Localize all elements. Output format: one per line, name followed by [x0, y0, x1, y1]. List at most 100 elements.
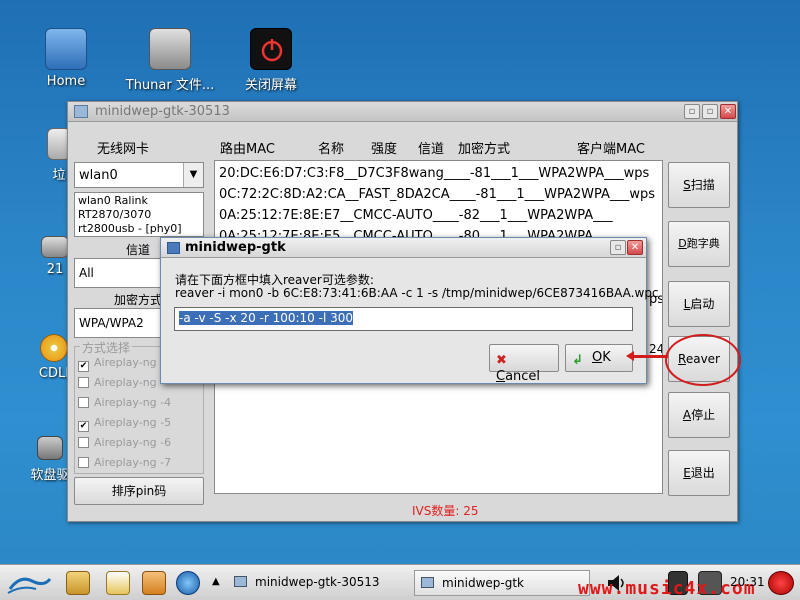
close-button[interactable]: ✕: [627, 240, 643, 255]
desktop-icon-home[interactable]: Home: [40, 28, 92, 89]
method-label: Aireplay-ng -4: [94, 396, 172, 409]
checkbox[interactable]: [78, 377, 89, 388]
window-app-icon: [167, 242, 180, 254]
mnemonic: E: [683, 466, 691, 480]
annotation-arrow: [626, 351, 668, 361]
scan-button[interactable]: S扫描: [668, 162, 730, 208]
button-label: ancel: [505, 369, 541, 384]
checkbox[interactable]: ✔: [78, 421, 89, 432]
desktop-icon-thunar[interactable]: Thunar 文件...: [122, 28, 218, 93]
method-group-label: 方式选择: [80, 339, 133, 356]
desktop-icon-label: Thunar 文件...: [125, 78, 215, 93]
card-info-line: rt2800usb - [phy0]: [78, 222, 182, 235]
network-row[interactable]: 20:DC:E6:D7:C3:F8__D7C3F8wang____-81___1…: [219, 166, 649, 181]
dialog-prompt-line2: reaver -i mon0 -b 6C:E8:73:41:6B:AA -c 1…: [175, 286, 659, 300]
desktop-icon-label: 软盘驱: [30, 468, 70, 483]
home-folder-icon: [45, 28, 87, 70]
method-checkbox-row[interactable]: Aireplay-ng -: [78, 376, 164, 392]
desktop-icon-drive[interactable]: 21: [40, 236, 70, 277]
method-checkbox-row[interactable]: ✔ Aireplay-ng -: [78, 356, 164, 372]
minimize-button[interactable]: ▫: [684, 104, 700, 119]
card-info-line: wlan0 Ralink: [78, 194, 148, 207]
card-info-box: wlan0 Ralink RT2870/3070 rt2800usb - [ph…: [74, 192, 204, 237]
ivs-count-label: IVS数量: 25: [412, 504, 479, 518]
hard-drive-icon: [41, 236, 69, 258]
cancel-button[interactable]: ✖Cancel: [489, 344, 559, 384]
stop-button[interactable]: A停止: [668, 392, 730, 438]
encryption-label: 加密方式: [112, 291, 165, 308]
window-app-icon: [421, 577, 434, 588]
floppy-drive-icon: [37, 436, 63, 460]
show-more-arrow-icon[interactable]: ▲: [212, 576, 220, 587]
network-row[interactable]: 0C:72:2C:8D:A2:CA__FAST_8DA2CA____-81___…: [219, 187, 655, 202]
window-app-icon: [74, 105, 88, 118]
header-encryption: 加密方式: [458, 142, 511, 157]
checkbox[interactable]: [78, 397, 89, 408]
desktop-icon-label: CDLI: [38, 366, 70, 381]
task-label: minidwep-gtk: [442, 576, 524, 590]
text-editor-icon[interactable]: [106, 571, 130, 595]
web-browser-icon[interactable]: [176, 571, 200, 595]
exit-button[interactable]: E退出: [668, 450, 730, 496]
dialog-title: minidwep-gtk: [185, 240, 286, 255]
power-icon: [250, 28, 292, 70]
dialog-titlebar[interactable]: minidwep-gtk ▫ ✕: [161, 238, 646, 258]
header-name: 名称: [318, 142, 345, 157]
mnemonic: A: [682, 408, 692, 422]
start-button[interactable]: L启动: [668, 281, 730, 327]
method-checkbox-row[interactable]: Aireplay-ng -6: [78, 436, 171, 452]
dictionary-button[interactable]: D跑字典: [668, 221, 730, 267]
maximize-button[interactable]: ▫: [610, 240, 626, 255]
task-main-window[interactable]: minidwep-gtk-30513: [228, 570, 406, 596]
desktop-icon-screen-off[interactable]: 关闭屏幕: [240, 28, 302, 93]
maximize-button[interactable]: ▫: [702, 104, 718, 119]
checkbox[interactable]: [78, 457, 89, 468]
method-label: Aireplay-ng -6: [94, 436, 172, 449]
ok-arrow-icon: ↲: [572, 353, 583, 368]
desktop-icon-cdlinux[interactable]: CDLI: [38, 334, 70, 381]
file-cabinet-icon: [149, 28, 191, 70]
task-label: minidwep-gtk-30513: [255, 575, 380, 589]
clock[interactable]: 20:31: [730, 575, 765, 589]
mnemonic: D: [678, 237, 687, 250]
watermark-text: www.music4x.com: [578, 578, 756, 599]
wifi-card-value: wlan0: [79, 168, 118, 183]
window-app-icon: [234, 576, 247, 587]
reaver-options-dialog: minidwep-gtk ▫ ✕ 请在下面方框中填入reaver可选参数: re…: [160, 237, 659, 384]
channel-label: 信道: [124, 241, 153, 258]
button-label: 停止: [691, 408, 716, 422]
method-checkbox-row[interactable]: Aireplay-ng -4: [78, 396, 171, 412]
method-label: Aireplay-ng -5: [94, 416, 172, 429]
encryption-value: WPA/WPA2: [79, 316, 144, 330]
desktop-icon-floppy[interactable]: 软盘驱: [30, 436, 70, 483]
header-wifi-card: 无线网卡: [97, 142, 150, 157]
desktop-icon-label: 21: [46, 262, 64, 277]
ok-button[interactable]: ↲ OK: [565, 344, 633, 372]
power-icon[interactable]: [768, 571, 794, 595]
button-label: 退出: [690, 466, 715, 480]
wifi-card-combo[interactable]: wlan0 ▼: [74, 162, 204, 188]
header-router-mac: 路由MAC: [220, 142, 275, 157]
main-window-title: minidwep-gtk-30513: [95, 104, 230, 119]
mnemonic: O: [592, 350, 603, 365]
checkbox[interactable]: [78, 437, 89, 448]
annotation-ellipse: [665, 334, 741, 386]
button-label: 跑字典: [686, 237, 720, 250]
sort-pin-button[interactable]: 排序pin码: [74, 477, 204, 505]
channel-value: All: [79, 266, 94, 280]
button-label: 扫描: [690, 178, 715, 192]
reaver-options-input[interactable]: -a -v -S -x 20 -r 100:10 -l 300: [174, 307, 633, 331]
main-window-titlebar[interactable]: minidwep-gtk-30513 ▫ ▫ ✕: [68, 102, 737, 122]
task-dialog-window[interactable]: minidwep-gtk: [414, 570, 590, 596]
checkbox[interactable]: ✔: [78, 361, 89, 372]
header-channel: 信道: [418, 142, 445, 157]
image-viewer-icon[interactable]: [142, 571, 166, 595]
method-checkbox-row[interactable]: ✔ Aireplay-ng -5: [78, 416, 171, 432]
close-button[interactable]: ✕: [720, 104, 736, 119]
method-checkbox-row[interactable]: Aireplay-ng -7: [78, 456, 171, 472]
dropdown-arrow-icon[interactable]: ▼: [183, 163, 203, 187]
file-manager-icon[interactable]: [66, 571, 90, 595]
network-row[interactable]: 0A:25:12:7E:8E:E7__CMCC-AUTO____-82___1_…: [219, 208, 613, 223]
menu-logo-icon[interactable]: [6, 571, 52, 595]
desktop-icon-label: 关闭屏幕: [244, 78, 297, 93]
